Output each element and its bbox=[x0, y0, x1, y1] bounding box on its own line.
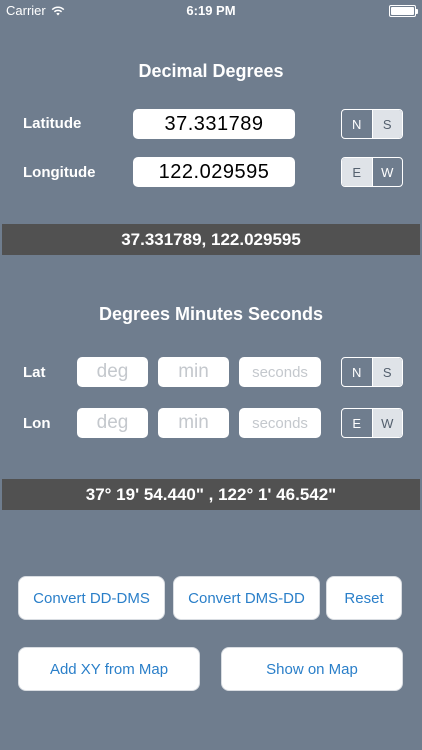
dms-title: Degrees Minutes Seconds bbox=[98, 304, 324, 324]
add-xy-from-map-button[interactable]: Add XY from Map bbox=[18, 647, 200, 691]
segment-s[interactable]: S bbox=[371, 358, 402, 386]
segment-w[interactable]: W bbox=[371, 158, 403, 186]
longitude-hemisphere-segment[interactable]: E W bbox=[341, 157, 403, 187]
convert-dd-dms-button[interactable]: Convert DD-DMS bbox=[18, 576, 165, 620]
lon-label: Lon bbox=[23, 415, 51, 432]
segment-s[interactable]: S bbox=[371, 110, 402, 138]
show-on-map-button[interactable]: Show on Map bbox=[221, 647, 403, 691]
latitude-input[interactable]: 37.331789 bbox=[133, 109, 295, 139]
segment-e[interactable]: E bbox=[342, 158, 372, 186]
battery-icon bbox=[389, 5, 418, 17]
convert-dms-dd-button[interactable]: Convert DMS-DD bbox=[173, 576, 320, 620]
lat-label: Lat bbox=[23, 364, 46, 381]
status-time: 6:19 PM bbox=[186, 3, 236, 18]
longitude-label: Longitude bbox=[23, 164, 96, 181]
lat-min-input[interactable]: min bbox=[158, 357, 229, 387]
segment-n[interactable]: N bbox=[342, 358, 372, 386]
segment-w[interactable]: W bbox=[371, 409, 402, 437]
lat-seconds-input[interactable]: seconds bbox=[239, 357, 321, 387]
dd-result-bar: 37.331789, 122.029595 bbox=[2, 224, 420, 255]
latitude-label: Latitude bbox=[23, 115, 82, 132]
lat-deg-input[interactable]: deg bbox=[77, 357, 148, 387]
segment-n[interactable]: N bbox=[342, 110, 372, 138]
dms-result-bar: 37° 19' 54.440" , 122° 1' 46.542" bbox=[2, 479, 420, 510]
reset-button[interactable]: Reset bbox=[326, 576, 402, 620]
lon-deg-input[interactable]: deg bbox=[77, 408, 148, 438]
dms-lat-hemisphere-segment[interactable]: N S bbox=[341, 357, 403, 387]
segment-e[interactable]: E bbox=[342, 409, 372, 437]
latitude-hemisphere-segment[interactable]: N S bbox=[341, 109, 403, 139]
decimal-degrees-title: Decimal Degrees bbox=[138, 61, 284, 81]
longitude-input[interactable]: 122.029595 bbox=[133, 157, 295, 187]
lon-seconds-input[interactable]: seconds bbox=[239, 408, 321, 438]
dms-lon-hemisphere-segment[interactable]: E W bbox=[341, 408, 403, 438]
lon-min-input[interactable]: min bbox=[158, 408, 229, 438]
